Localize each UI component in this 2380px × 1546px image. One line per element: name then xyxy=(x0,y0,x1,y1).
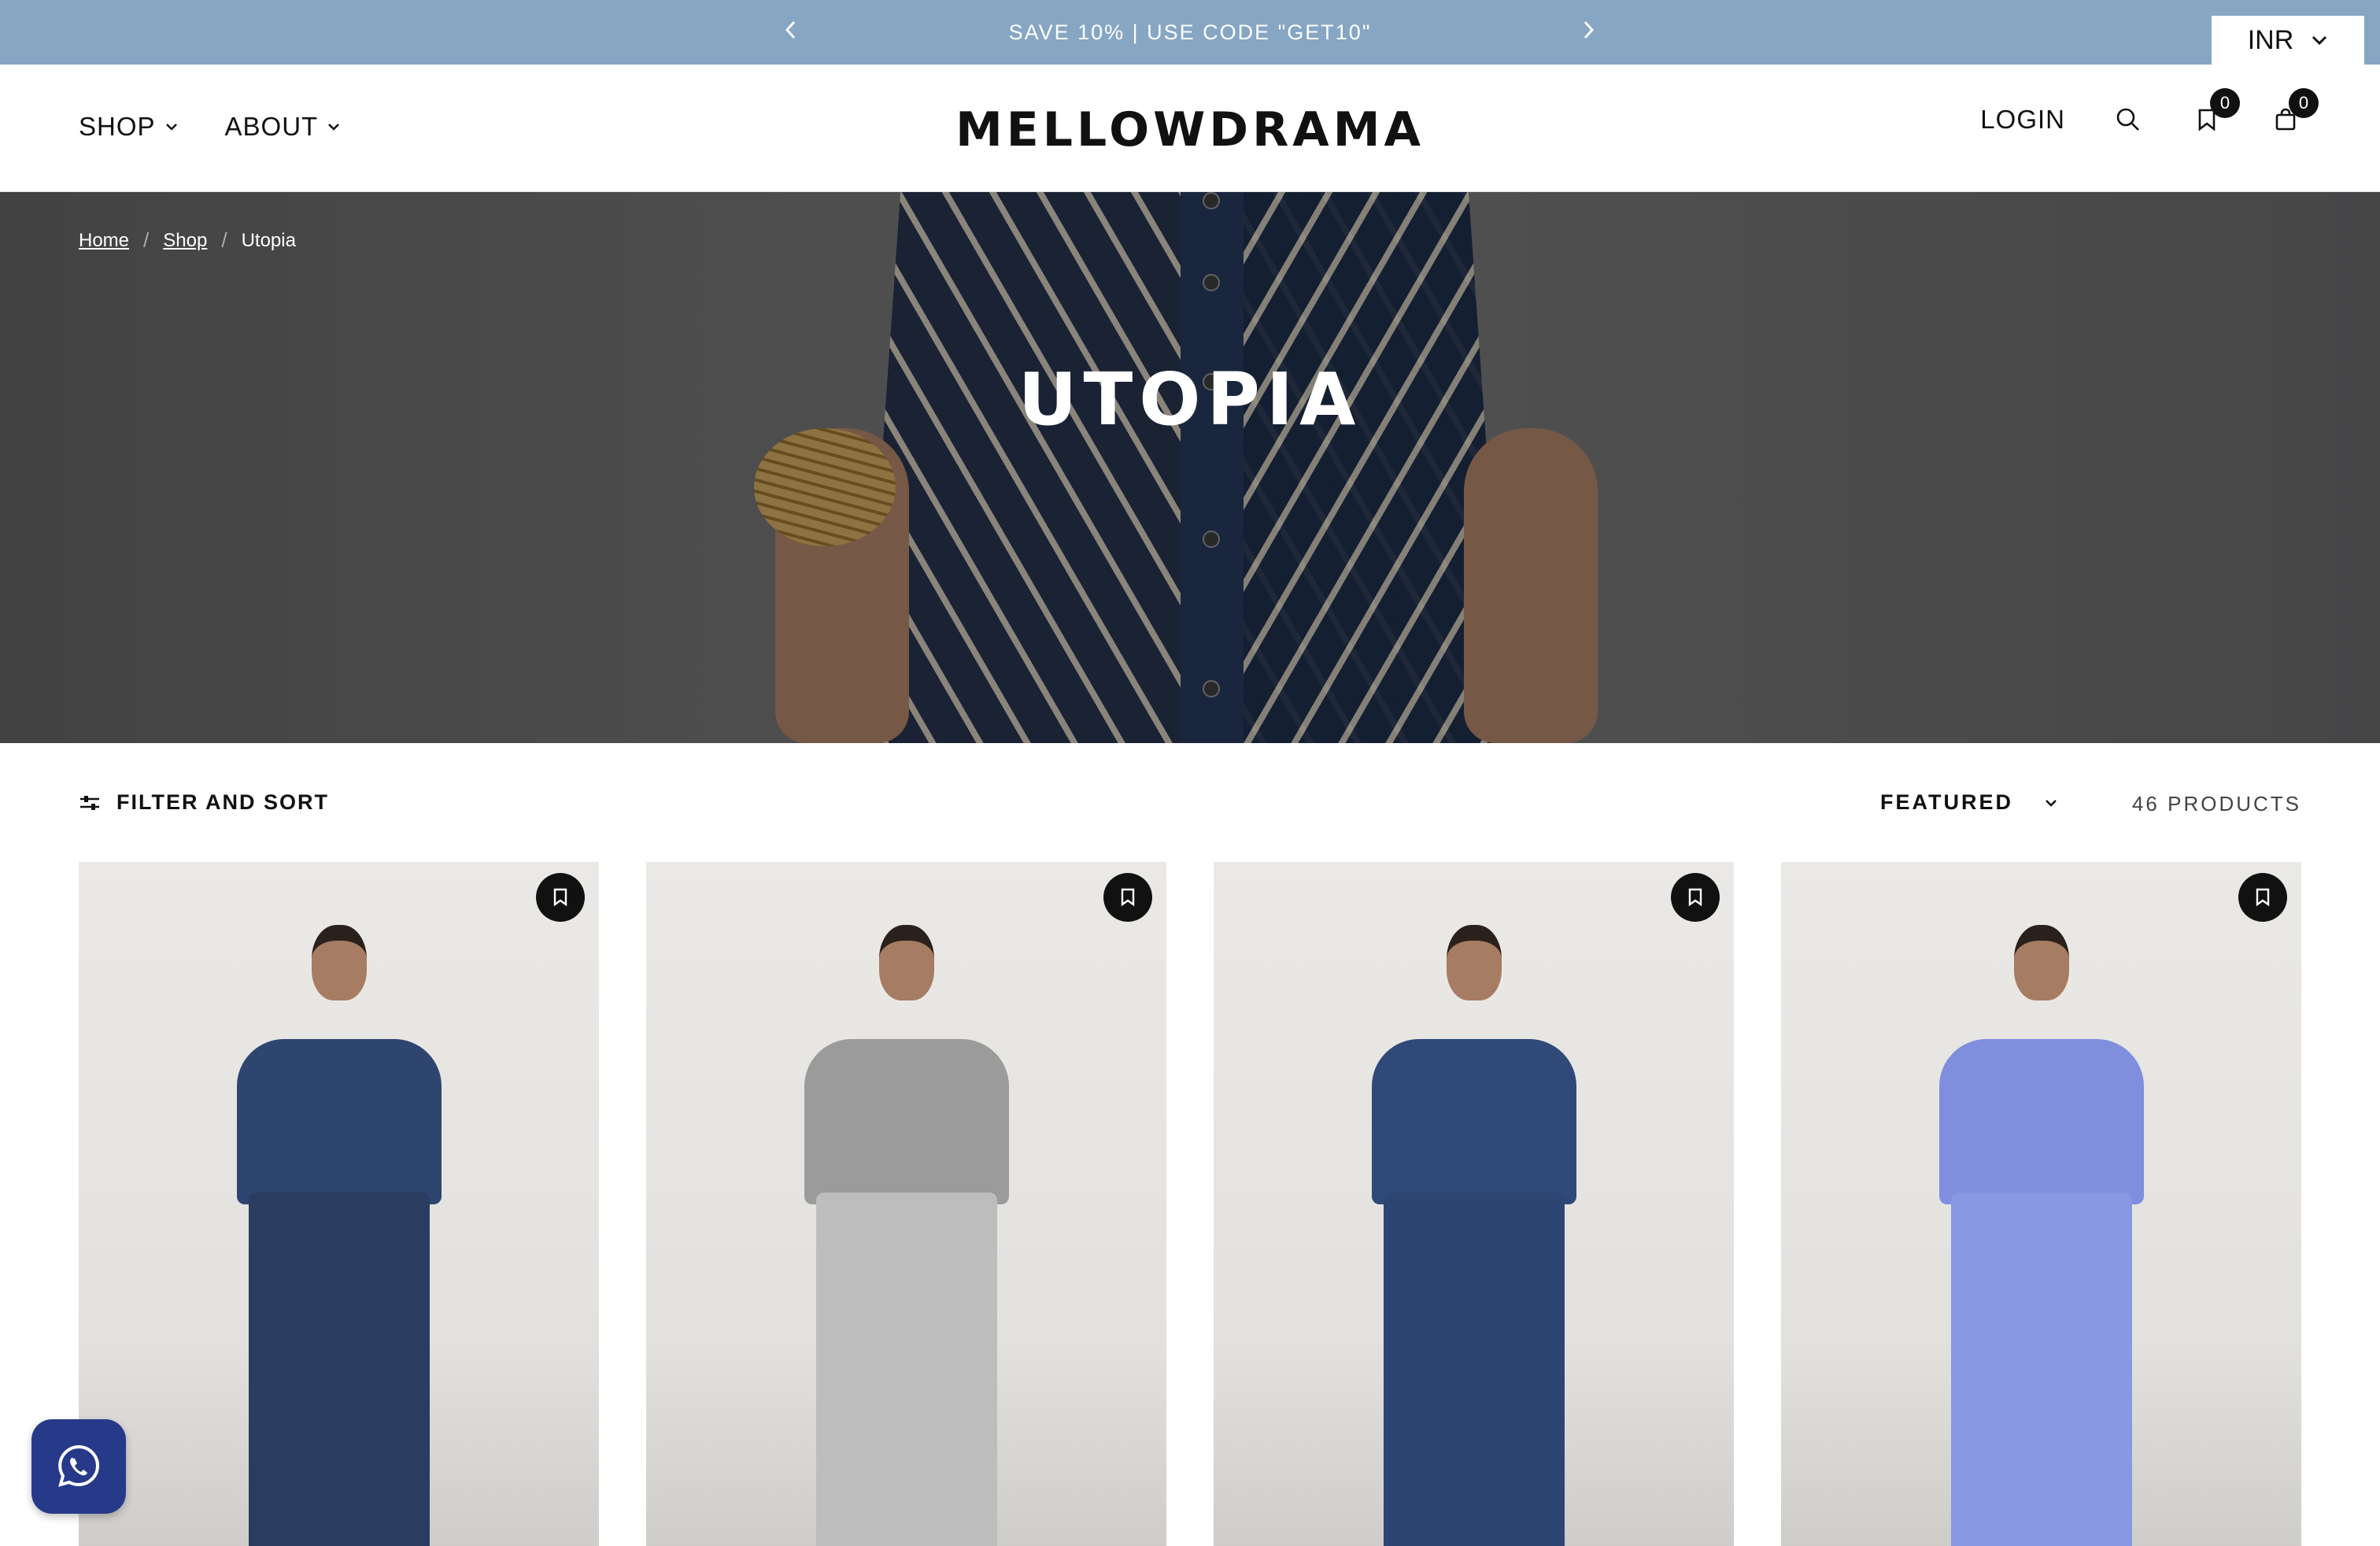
product-image-model-head xyxy=(2013,925,2069,1000)
product-grid xyxy=(79,862,2301,1546)
wishlist-button[interactable]: 0 xyxy=(2191,88,2240,135)
breadcrumb-home-link[interactable]: Home xyxy=(79,230,129,252)
product-image-model-head xyxy=(878,925,934,1000)
bookmark-icon xyxy=(1121,888,1135,907)
breadcrumb: Home / Shop / Utopia xyxy=(79,228,296,253)
add-to-wishlist-button[interactable] xyxy=(1103,873,1152,922)
chevron-down-icon xyxy=(2312,35,2327,46)
sliders-icon xyxy=(80,795,99,810)
whatsapp-icon xyxy=(58,1444,99,1487)
currency-value: INR xyxy=(2247,24,2294,55)
announcement-bar: SAVE 10% | USE CODE "GET10" INR xyxy=(0,0,2380,65)
product-card[interactable] xyxy=(646,862,1166,1546)
product-image-bottom xyxy=(1383,1193,1565,1546)
breadcrumb-separator: / xyxy=(143,228,150,252)
product-image-bottom xyxy=(815,1193,997,1546)
product-image-model-head xyxy=(1446,925,1502,1000)
add-to-wishlist-button[interactable] xyxy=(1671,873,1720,922)
announcement-next-button[interactable] xyxy=(1569,13,1608,52)
bookmark-icon xyxy=(2256,888,2270,907)
product-image-top xyxy=(1938,1039,2144,1204)
breadcrumb-current: Utopia xyxy=(241,229,296,251)
breadcrumb-shop-link[interactable]: Shop xyxy=(163,230,207,252)
collection-title: UTOPIA xyxy=(1018,357,1362,442)
product-count: 46 PRODUCTS xyxy=(2131,792,2301,816)
product-image-top xyxy=(236,1039,442,1204)
product-image-model-head xyxy=(311,925,367,1000)
currency-selector[interactable]: INR xyxy=(2212,16,2364,65)
add-to-wishlist-button[interactable] xyxy=(536,873,585,922)
product-card[interactable] xyxy=(1214,862,1734,1546)
header-actions: LOGIN 0 0 xyxy=(1980,88,2319,135)
announcement-message: SAVE 10% | USE CODE "GET10" xyxy=(1008,20,1372,44)
chevron-right-icon xyxy=(1584,20,1595,39)
sort-select[interactable]: FEATURED xyxy=(1880,790,2057,815)
bookmark-icon xyxy=(553,888,567,907)
search-icon xyxy=(2116,108,2139,131)
product-image-bottom xyxy=(1950,1193,2132,1546)
bookmark-icon xyxy=(1688,888,1702,907)
cart-count-badge: 0 xyxy=(2289,88,2319,118)
breadcrumb-separator: / xyxy=(221,228,227,252)
product-image-top xyxy=(804,1039,1009,1204)
cart-button[interactable]: 0 xyxy=(2270,88,2319,135)
site-header: SHOP ABOUT MELLOWDRAMA LOGIN 0 0 xyxy=(0,65,2380,192)
chevron-down-icon xyxy=(2046,799,2057,807)
add-to-wishlist-button[interactable] xyxy=(2238,873,2287,922)
product-image-top xyxy=(1371,1039,1576,1204)
product-image-bottom xyxy=(248,1193,430,1546)
collection-hero: Home / Shop / Utopia UTOPIA xyxy=(0,192,2380,743)
wishlist-count-badge: 0 xyxy=(2210,88,2240,118)
filter-and-sort-button[interactable]: FILTER AND SORT xyxy=(79,790,329,815)
collection-toolbar: FILTER AND SORT FEATURED 46 PRODUCTS xyxy=(79,787,2301,827)
hero-overlay xyxy=(0,192,2380,743)
sort-value: FEATURED xyxy=(1880,790,2013,814)
product-card[interactable] xyxy=(79,862,599,1546)
filter-and-sort-label: FILTER AND SORT xyxy=(116,790,329,814)
whatsapp-chat-button[interactable] xyxy=(31,1419,126,1514)
product-card[interactable] xyxy=(1781,862,2301,1546)
search-button[interactable] xyxy=(2112,104,2144,135)
login-link[interactable]: LOGIN xyxy=(1980,105,2065,135)
